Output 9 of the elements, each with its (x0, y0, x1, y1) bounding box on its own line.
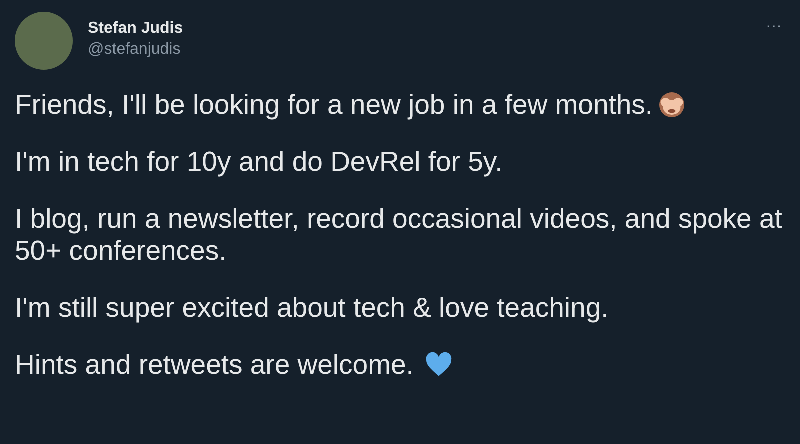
tweet-text: I'm in tech for 10y and do DevRel for 5y. (15, 146, 503, 178)
monkey-face-icon (657, 90, 688, 120)
tweet-text: I blog, run a newsletter, record occasional videos, and spoke at 50+ conferences. (15, 203, 784, 267)
more-button[interactable]: ··· (762, 16, 786, 38)
tweet-text: Friends, I'll be looking for a new job in a few months. (15, 89, 654, 121)
tweet-text: Hints and retweets are welcome. (15, 349, 414, 381)
author-name[interactable]: Stefan Judis (88, 18, 184, 39)
author-handle[interactable]: @stefanjudis (88, 39, 184, 60)
tweet-text: I'm still super excited about tech & love teaching. (15, 292, 609, 324)
